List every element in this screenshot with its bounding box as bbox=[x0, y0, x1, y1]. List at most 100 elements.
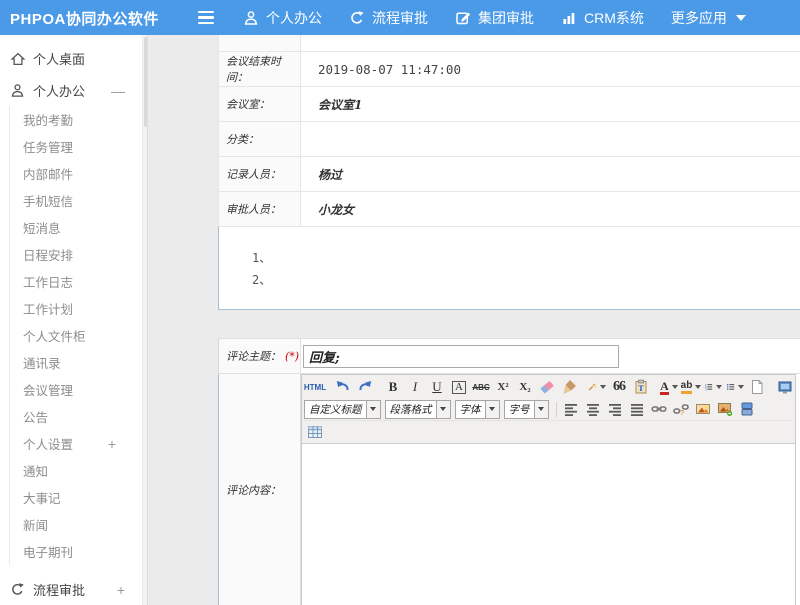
field-label: 会议结束时间： bbox=[219, 52, 301, 86]
nav-label: 流程审批 bbox=[372, 8, 428, 28]
fullscreen-icon[interactable] bbox=[775, 378, 795, 396]
sidebar-item-personal-files[interactable]: 个人文件柜 bbox=[10, 322, 147, 349]
eraser-icon[interactable] bbox=[537, 378, 557, 396]
table-row-meeting-room: 会议室： 会议室1 bbox=[218, 86, 800, 121]
collapse-icon[interactable]: — bbox=[111, 83, 125, 99]
nav-more-apps[interactable]: 更多应用 bbox=[671, 8, 746, 28]
table-row-meeting-end-time: 会议结束时间： 2019-08-07 11:47:00 bbox=[218, 51, 800, 86]
font-family-select[interactable]: 字体 bbox=[455, 400, 500, 419]
paste-icon[interactable]: T bbox=[631, 378, 651, 396]
bold-button[interactable]: B bbox=[383, 378, 403, 396]
blockquote-button[interactable]: 66 bbox=[609, 378, 629, 396]
nav-label: 个人办公 bbox=[266, 8, 322, 28]
nav-label: CRM系统 bbox=[584, 8, 644, 28]
meeting-form-table: 会议结束时间： 2019-08-07 11:47:00 会议室： 会议室1 分类… bbox=[218, 35, 800, 310]
expand-icon[interactable]: + bbox=[117, 582, 125, 598]
flow-icon bbox=[9, 581, 26, 598]
align-center-icon[interactable] bbox=[583, 400, 603, 418]
wand-icon[interactable] bbox=[587, 378, 607, 396]
table-row-approver: 审批人员： 小龙女 bbox=[218, 191, 800, 226]
brush-icon[interactable] bbox=[559, 378, 579, 396]
undo-icon[interactable] bbox=[333, 378, 353, 396]
sidebar-item-news[interactable]: 新闻 bbox=[10, 511, 147, 538]
nav-workflow-approval[interactable]: 流程审批 bbox=[349, 8, 428, 28]
sidebar: 个人桌面 个人办公 — 我的考勤 任务管理 内部邮件 手机短信 短消息 日程安排… bbox=[0, 35, 148, 605]
sidebar-item-internal-mail[interactable]: 内部邮件 bbox=[10, 160, 147, 187]
heading-select[interactable]: 自定义标题 bbox=[304, 400, 381, 419]
table-icon[interactable] bbox=[305, 423, 325, 441]
strikethrough-button[interactable]: ABC bbox=[471, 378, 491, 396]
text-color-button[interactable]: A bbox=[659, 378, 679, 396]
html-source-button[interactable]: HTML bbox=[305, 378, 325, 396]
comment-subject-input[interactable] bbox=[303, 345, 619, 368]
toolbar-row-2: 自定义标题 段落格式 字体 字号 ? bbox=[304, 398, 793, 420]
required-mark: (*) bbox=[285, 350, 299, 363]
superscript-button[interactable]: X² bbox=[493, 378, 513, 396]
editor-toolbar: HTML B I U A ABC X² X₂ bbox=[302, 375, 795, 444]
link-icon[interactable] bbox=[649, 400, 669, 418]
new-page-icon[interactable] bbox=[747, 378, 767, 396]
nav-group-approval[interactable]: 集团审批 bbox=[455, 8, 534, 28]
highlight-color-button[interactable]: ab bbox=[681, 378, 701, 396]
sidebar-item-work-plan[interactable]: 工作计划 bbox=[10, 295, 147, 322]
align-left-icon[interactable] bbox=[561, 400, 581, 418]
rich-text-editor: HTML B I U A ABC X² X₂ bbox=[301, 374, 796, 605]
main-content: 会议结束时间： 2019-08-07 11:47:00 会议室： 会议室1 分类… bbox=[148, 35, 800, 605]
svg-text:?: ? bbox=[680, 410, 684, 417]
sidebar-item-workflow-approval[interactable]: 流程审批 + bbox=[0, 574, 147, 605]
field-label: 会议室： bbox=[219, 87, 301, 121]
editor-content-area[interactable] bbox=[302, 444, 795, 605]
expand-icon[interactable]: + bbox=[108, 436, 116, 452]
home-icon bbox=[9, 50, 26, 67]
meeting-minutes-body: 1、 2、 bbox=[218, 226, 800, 310]
sidebar-item-personal-desktop[interactable]: 个人桌面 bbox=[0, 42, 147, 75]
sidebar-item-big-events[interactable]: 大事记 bbox=[10, 484, 147, 511]
sidebar-item-task-management[interactable]: 任务管理 bbox=[10, 133, 147, 160]
sidebar-item-label: 个人桌面 bbox=[33, 49, 85, 68]
font-size-select[interactable]: 字号 bbox=[504, 400, 549, 419]
hamburger-menu-icon[interactable] bbox=[198, 7, 220, 28]
top-navigation: 个人办公 流程审批 集团审批 CRM系统 更多应用 bbox=[243, 0, 746, 35]
media-icon[interactable] bbox=[737, 400, 757, 418]
sidebar-submenu: 我的考勤 任务管理 内部邮件 手机短信 短消息 日程安排 工作日志 工作计划 个… bbox=[9, 106, 147, 565]
paragraph-format-select[interactable]: 段落格式 bbox=[385, 400, 451, 419]
font-name-button[interactable]: A bbox=[452, 381, 466, 394]
nav-crm-system[interactable]: CRM系统 bbox=[561, 8, 644, 28]
sidebar-scrollbar[interactable] bbox=[142, 35, 147, 605]
sidebar-item-work-diary[interactable]: 工作日志 bbox=[10, 268, 147, 295]
unlink-icon[interactable]: ? bbox=[671, 400, 691, 418]
field-value: 会议室1 bbox=[301, 87, 800, 121]
images-icon[interactable] bbox=[715, 400, 735, 418]
sidebar-item-personal-settings[interactable]: 个人设置 + bbox=[10, 430, 147, 457]
unordered-list-icon[interactable] bbox=[725, 378, 745, 396]
sidebar-item-announcement[interactable]: 公告 bbox=[10, 403, 147, 430]
sidebar-item-label: 个人办公 bbox=[33, 81, 85, 100]
italic-button[interactable]: I bbox=[405, 378, 425, 396]
sidebar-item-meeting-management[interactable]: 会议管理 bbox=[10, 376, 147, 403]
sidebar-item-label: 流程审批 bbox=[33, 580, 85, 599]
ordered-list-icon[interactable]: 123 bbox=[703, 378, 723, 396]
redo-icon[interactable] bbox=[355, 378, 375, 396]
subscript-button[interactable]: X₂ bbox=[515, 378, 535, 396]
table-row-comment-content: 评论内容： HTML B I U A bbox=[218, 374, 800, 605]
field-label: 评论内容： bbox=[219, 374, 301, 605]
table-row-recorder: 记录人员： 杨过 bbox=[218, 156, 800, 191]
align-right-icon[interactable] bbox=[605, 400, 625, 418]
image-icon[interactable] bbox=[693, 400, 713, 418]
align-justify-icon[interactable] bbox=[627, 400, 647, 418]
nav-personal-office[interactable]: 个人办公 bbox=[243, 8, 322, 28]
comment-form-table: 评论主题： (*) 评论内容： HTML bbox=[218, 338, 800, 605]
toolbar-row-3 bbox=[304, 420, 793, 442]
field-value: 小龙女 bbox=[301, 192, 800, 226]
sidebar-item-notice[interactable]: 通知 bbox=[10, 457, 147, 484]
sidebar-item-contacts[interactable]: 通讯录 bbox=[10, 349, 147, 376]
sidebar-item-sms[interactable]: 手机短信 bbox=[10, 187, 147, 214]
underline-button[interactable]: U bbox=[427, 378, 447, 396]
sidebar-item-e-journal[interactable]: 电子期刊 bbox=[10, 538, 147, 565]
sidebar-item-short-message[interactable]: 短消息 bbox=[10, 214, 147, 241]
caret-down-icon bbox=[436, 401, 450, 418]
sidebar-item-personal-office[interactable]: 个人办公 — bbox=[0, 75, 147, 106]
user-icon bbox=[243, 10, 259, 26]
sidebar-item-schedule[interactable]: 日程安排 bbox=[10, 241, 147, 268]
sidebar-item-my-attendance[interactable]: 我的考勤 bbox=[10, 106, 147, 133]
